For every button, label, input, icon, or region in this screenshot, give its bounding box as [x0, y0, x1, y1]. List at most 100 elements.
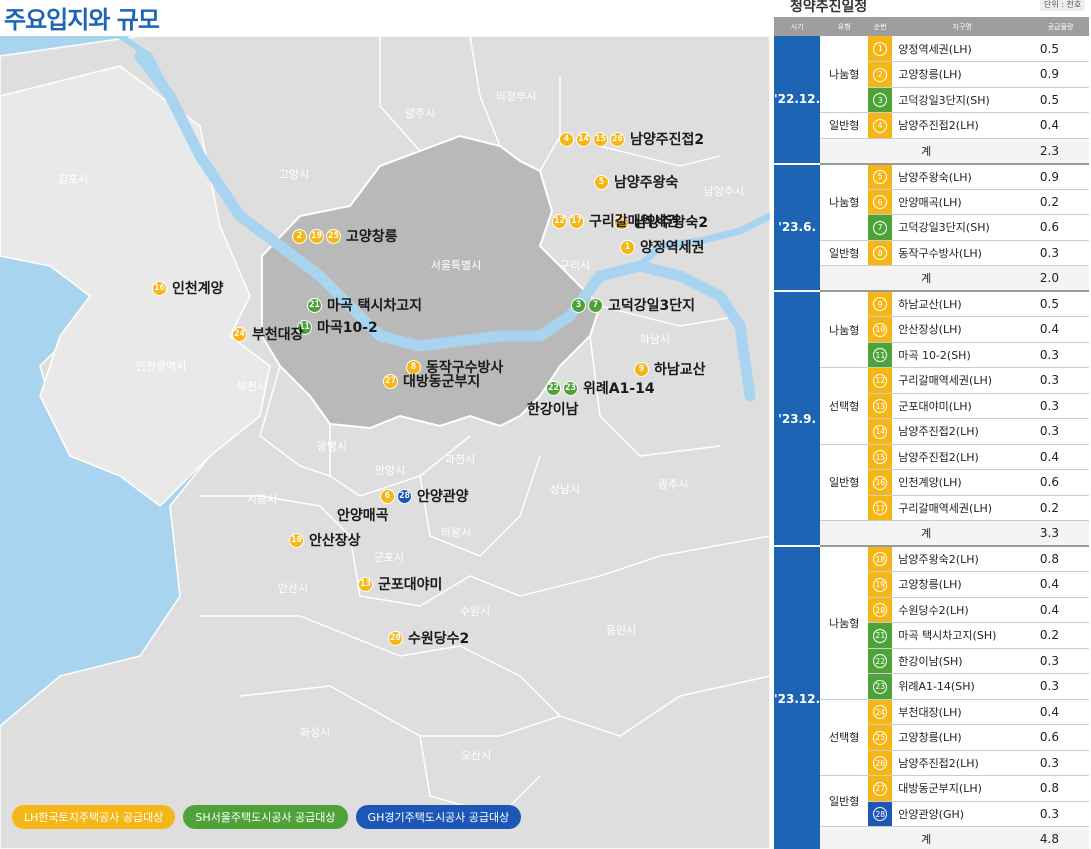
type-cell: 나눔형 [820, 546, 869, 700]
order-number-badge: 20 [873, 603, 888, 617]
site-marker[interactable]: 24 부천대장 [232, 324, 304, 344]
site-marker[interactable]: 22 23 위례A1-14 [546, 378, 655, 398]
page-title: 주요입지와 규모 [4, 6, 160, 34]
order-number-badge: 3 [873, 93, 888, 107]
district-cell: 위례A1-14(SH) [892, 673, 1033, 700]
amount-cell: 0.3 [1032, 367, 1089, 394]
order-cell: 22 [868, 648, 893, 674]
amount-cell: 0.5 [1032, 291, 1089, 317]
amount-cell: 0.4 [1032, 571, 1089, 598]
district-cell: 대방동군부지(LH) [892, 775, 1033, 802]
district-cell: 마곡 택시차고지(SH) [892, 622, 1033, 649]
site-marker[interactable]: 12 17 구리갈매역세권 [552, 211, 679, 231]
amount-cell: 0.3 [1032, 801, 1089, 827]
header-amount: 공급물량 [1032, 17, 1089, 36]
site-number-badge: 25 [326, 228, 341, 244]
site-name: 안산장상 [309, 533, 361, 549]
site-marker[interactable]: 20 수원당수2 [388, 628, 469, 648]
site-name: 남양주진접2 [630, 132, 705, 148]
city-label: 광명시 [316, 440, 348, 453]
city-label: 양주시 [404, 107, 436, 120]
amount-cell: 0.4 [1032, 699, 1089, 725]
site-number-badge: 6 [380, 488, 395, 504]
schedule-header-row: 시기 유형 순번 지구명 공급물량 [774, 17, 1089, 36]
type-cell: 선택형 [820, 699, 869, 776]
schedule-total-row: 계 4.8 [774, 826, 1089, 849]
amount-cell: 0.8 [1032, 546, 1089, 572]
amount-cell: 0.3 [1032, 750, 1089, 776]
schedule-row: 일반형 15 남양주진접2(LH) 0.4 [774, 444, 1089, 521]
district-cell: 안양관양(GH) [892, 801, 1033, 827]
site-number-badge: 27 [383, 373, 398, 389]
site-marker[interactable]: 4 14 15 26 남양주진접2 [559, 129, 704, 149]
site-marker[interactable]: 21 마곡 택시차고지 [307, 295, 422, 315]
site-marker[interactable]: 안양매곡 [334, 505, 389, 525]
type-cell: 나눔형 [820, 291, 869, 368]
site-marker[interactable]: 5 남양주왕숙 [594, 172, 678, 192]
type-cell: 일반형 [820, 240, 869, 266]
city-label: 부천시 [236, 380, 268, 393]
amount-cell: 0.9 [1032, 163, 1089, 190]
total-amount: 2.0 [1032, 265, 1089, 292]
site-marker[interactable]: 11 마곡10-2 [297, 317, 378, 337]
order-number-badge: 16 [873, 475, 888, 490]
site-number-badge: 17 [569, 213, 584, 229]
order-cell: 1 [868, 36, 893, 62]
site-number-badge: 24 [232, 326, 247, 342]
total-label: 계 [820, 826, 1033, 849]
amount-cell: 0.5 [1032, 36, 1089, 62]
city-label: 의정부시 [495, 90, 537, 103]
site-marker[interactable]: 16 인천계양 [152, 278, 224, 298]
site-marker[interactable]: 27 대방동군부지 [383, 371, 480, 391]
order-cell: 19 [868, 571, 893, 598]
site-number-badge: 16 [152, 280, 167, 296]
district-cell: 안산장상(LH) [892, 316, 1033, 343]
city-label: 군포시 [373, 551, 405, 564]
order-cell: 15 [868, 444, 893, 470]
city-label: 김포시 [57, 173, 89, 186]
city-label: 화성시 [299, 726, 331, 739]
order-number-badge: 14 [873, 424, 888, 439]
order-cell: 20 [868, 597, 893, 623]
site-number-badge: 9 [634, 361, 649, 377]
order-cell: 26 [868, 750, 893, 776]
site-number-badge: 7 [588, 297, 603, 313]
order-number-badge: 19 [873, 577, 888, 592]
header-period: 시기 [774, 17, 821, 36]
order-cell: 18 [868, 546, 893, 572]
district-cell: 고덕강일3단지(SH) [892, 214, 1033, 241]
site-marker[interactable]: 3 7 고덕강일3단지 [571, 295, 695, 315]
legend-item-gh: GH경기주택도시공사 공급대상 [355, 805, 522, 829]
site-marker[interactable]: 1 양정역세권 [620, 237, 704, 257]
district-cell: 양정역세권(LH) [892, 36, 1033, 62]
schedule-total-row: 계 2.3 [774, 138, 1089, 165]
site-marker[interactable]: 2 19 25 고양창릉 [292, 226, 398, 246]
order-number-badge: 17 [873, 501, 888, 515]
amount-cell: 0.6 [1032, 724, 1089, 751]
order-cell: 6 [868, 189, 893, 215]
site-marker[interactable]: 9 하남교산 [634, 359, 706, 379]
site-marker[interactable]: 한강이남 [524, 399, 579, 419]
total-label: 계 [820, 138, 1033, 165]
schedule-total-row: 계 3.3 [774, 520, 1089, 547]
district-cell: 마곡 10-2(SH) [892, 342, 1033, 368]
order-cell: 14 [868, 418, 893, 445]
site-number-badge: 28 [397, 488, 412, 504]
site-number-badge: 20 [388, 630, 403, 646]
schedule-row: 선택형 24 부천대장(LH) 0.4 [774, 699, 1089, 776]
schedule-row: 일반형 4 남양주진접2(LH) 0.4 [774, 112, 1089, 139]
district-cell: 부천대장(LH) [892, 699, 1033, 725]
site-marker[interactable]: 13 군포대야미 [358, 574, 442, 594]
district-cell: 한강이남(SH) [892, 648, 1033, 674]
site-marker[interactable]: 10 안산장상 [289, 530, 361, 550]
city-label: 광주시 [657, 478, 689, 491]
period-cell: '23.9. [774, 291, 821, 547]
city-label: 구리시 [559, 259, 591, 272]
amount-cell: 0.6 [1032, 469, 1089, 496]
amount-cell: 0.3 [1032, 648, 1089, 674]
order-cell: 13 [868, 393, 893, 419]
site-marker[interactable]: 6 28 안양관양 [380, 486, 469, 506]
district-cell: 구리갈매역세권(LH) [892, 367, 1033, 394]
district-cell: 남양주진접2(LH) [892, 112, 1033, 139]
city-label: 용인시 [605, 624, 637, 637]
